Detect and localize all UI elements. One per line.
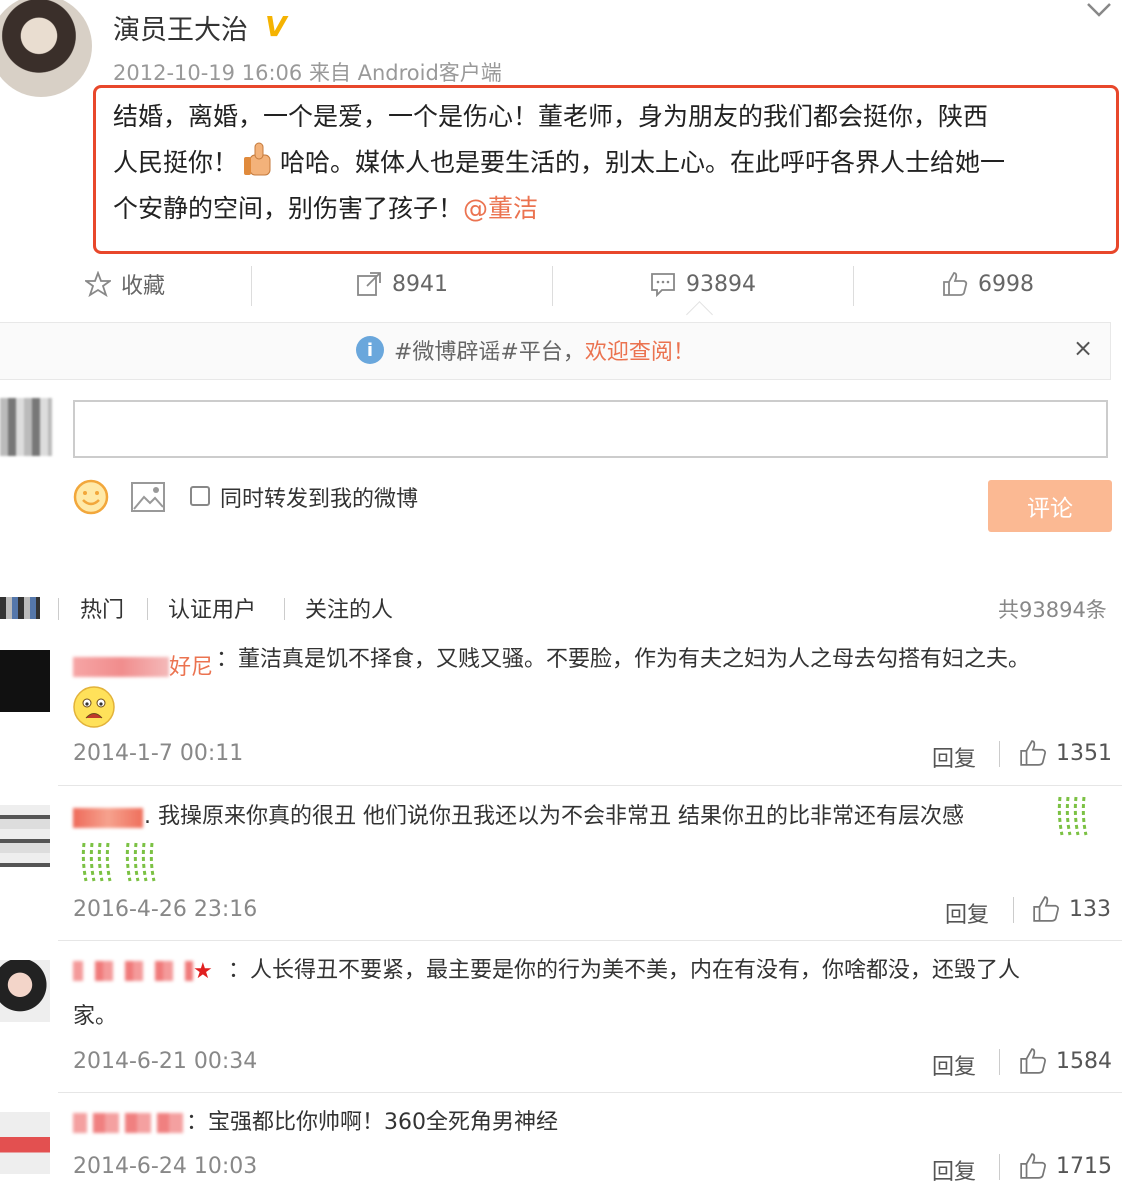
comment-like-count: 1351 bbox=[1056, 740, 1112, 766]
submit-comment-button[interactable]: 评论 bbox=[988, 480, 1112, 532]
comment-text-continued: 家。 bbox=[73, 1004, 118, 1029]
emoji-icon[interactable] bbox=[73, 479, 109, 515]
comment-like-count: 1584 bbox=[1056, 1048, 1112, 1074]
blurred-username bbox=[73, 808, 143, 828]
comment-username[interactable]: ★ bbox=[73, 959, 213, 984]
tab-verified-users[interactable]: 认证用户 bbox=[168, 592, 256, 624]
mention-link[interactable]: @董洁 bbox=[463, 194, 538, 223]
tab-following[interactable]: 关注的人 bbox=[305, 592, 393, 624]
comment-button[interactable]: 93894 bbox=[553, 258, 853, 310]
comment-time[interactable]: 2014-1-7 00:11 bbox=[73, 741, 243, 766]
comment-like-count: 1715 bbox=[1056, 1153, 1112, 1179]
info-icon: i bbox=[356, 336, 384, 364]
comment-text: ：宝强都比你帅啊！360全死角男神经 bbox=[186, 1110, 558, 1135]
comment-text: ：人长得丑不要紧，最主要是你的行为美不美，内在有没有，你啥都没，还毁了人 bbox=[228, 958, 1021, 983]
rumor-text: #微博辟谣#平台， bbox=[394, 340, 585, 365]
post-timestamp[interactable]: 2012-10-19 16:06 bbox=[113, 61, 302, 85]
repost-icon bbox=[357, 272, 381, 296]
favorite-label: 收藏 bbox=[120, 274, 165, 299]
repost-button[interactable]: 8941 bbox=[252, 258, 552, 310]
reply-button[interactable]: 回复 bbox=[932, 741, 976, 773]
comment-time[interactable]: 2014-6-24 10:03 bbox=[73, 1154, 257, 1179]
post-text-line-3a: 个安静的空间，别伤害了孩子！ bbox=[113, 194, 464, 223]
comment-avatar[interactable] bbox=[0, 650, 50, 712]
blurred-username bbox=[73, 657, 169, 677]
comment-icon bbox=[651, 273, 675, 297]
post-meta: 2012-10-19 16:06 来自 Android客户端 bbox=[113, 57, 502, 87]
comment-time[interactable]: 2014-6-21 00:34 bbox=[73, 1049, 257, 1074]
image-icon[interactable] bbox=[130, 481, 166, 513]
chevron-down-icon[interactable] bbox=[1086, 0, 1112, 26]
rumor-link[interactable]: 欢迎查阅！ bbox=[585, 340, 695, 365]
post-text-line-3: 个安静的空间，别伤害了孩子！@董洁 bbox=[113, 186, 1113, 232]
like-count: 6998 bbox=[978, 271, 1034, 297]
repost-checkbox[interactable] bbox=[190, 486, 210, 506]
repost-count: 8941 bbox=[392, 271, 448, 297]
like-button[interactable]: 6998 bbox=[854, 258, 1122, 310]
comment-input[interactable] bbox=[73, 400, 1108, 458]
comment-text: ：董洁真是饥不择食，又贱又骚。不要脸，作为有夫之妇为人之母去勾搭有妇之夫。 bbox=[216, 647, 1031, 672]
star-icon bbox=[84, 271, 111, 297]
thumbs-up-icon bbox=[1033, 896, 1059, 922]
comment-avatar[interactable] bbox=[0, 1112, 50, 1174]
verified-badge-icon: V bbox=[265, 10, 287, 43]
post-action-bar: 收藏 8941 93894 6998 bbox=[0, 258, 1122, 310]
willow-emoji-icon bbox=[81, 842, 112, 882]
current-user-avatar[interactable] bbox=[0, 398, 52, 456]
crying-emoji-icon bbox=[73, 686, 115, 728]
author-name[interactable]: 演员王大治 bbox=[113, 8, 248, 47]
thumbs-up-icon bbox=[1020, 740, 1046, 766]
blurred-username bbox=[73, 961, 193, 981]
thumbs-up-icon bbox=[943, 272, 968, 296]
author-avatar[interactable] bbox=[0, 0, 92, 97]
willow-emoji-icon bbox=[1057, 796, 1088, 836]
comment-username[interactable] bbox=[73, 1111, 185, 1136]
comment-like-button[interactable]: 1584 bbox=[1018, 1047, 1112, 1075]
thumbs-up-icon bbox=[1020, 1048, 1046, 1074]
close-icon[interactable]: × bbox=[1073, 334, 1093, 362]
comment-like-count: 133 bbox=[1069, 896, 1111, 922]
pixelated-user-label bbox=[0, 597, 40, 619]
post-text-line-1: 结婚，离婚，一个是爱，一个是伤心！董老师，身为朋友的我们都会挺你，陕西 bbox=[113, 102, 989, 131]
comment-like-button[interactable]: 1715 bbox=[1018, 1152, 1112, 1180]
post-text: 结婚，离婚，一个是爱，一个是伤心！董老师，身为朋友的我们都会挺你，陕西 人民挺你… bbox=[113, 94, 1113, 232]
post-text-line-2a: 人民挺你！ bbox=[113, 148, 239, 177]
post-source: 来自 Android客户端 bbox=[308, 61, 502, 85]
rumor-notice: i #微博辟谣#平台，欢迎查阅！ bbox=[356, 334, 695, 366]
username-star: ★ bbox=[193, 959, 213, 984]
comment-time[interactable]: 2016-4-26 23:16 bbox=[73, 897, 257, 922]
comment-username[interactable]: 好尼 bbox=[73, 649, 213, 681]
comment-text: . 我操原来你真的很丑 他们说你丑我还以为不会非常丑 结果你丑的比非常还有层次感 bbox=[144, 804, 964, 829]
tab-hot[interactable]: 热门 bbox=[80, 592, 124, 624]
favorite-button[interactable]: 收藏 bbox=[0, 258, 250, 310]
comment-like-button[interactable]: 1351 bbox=[1018, 739, 1112, 767]
post-text-line-2b: 哈哈。媒体人也是要生活的，别太上心。在此呼吁各界人士给她一 bbox=[280, 148, 1006, 177]
repost-checkbox-label[interactable]: 同时转发到我的微博 bbox=[220, 481, 418, 513]
thumbs-up-icon bbox=[1020, 1153, 1046, 1179]
post-text-line-2: 人民挺你！ 哈哈。媒体人也是要生活的，别太上心。在此呼吁各界人士给她一 bbox=[113, 140, 1113, 186]
comment-like-button[interactable]: 133 bbox=[1031, 895, 1111, 923]
comment-username[interactable] bbox=[73, 806, 143, 831]
username-suffix: 好尼 bbox=[169, 655, 214, 680]
reply-button[interactable]: 回复 bbox=[932, 1049, 976, 1081]
comment-total: 共93894条 bbox=[998, 598, 1107, 622]
thumbs-up-emoji-icon bbox=[244, 142, 271, 176]
comment-count: 93894 bbox=[686, 271, 756, 297]
comment-avatar[interactable] bbox=[0, 960, 50, 1022]
comment-avatar[interactable] bbox=[0, 805, 50, 867]
reply-button[interactable]: 回复 bbox=[945, 897, 989, 929]
reply-button[interactable]: 回复 bbox=[932, 1154, 976, 1186]
willow-emoji-icon bbox=[125, 842, 156, 882]
blurred-username bbox=[73, 1113, 185, 1133]
